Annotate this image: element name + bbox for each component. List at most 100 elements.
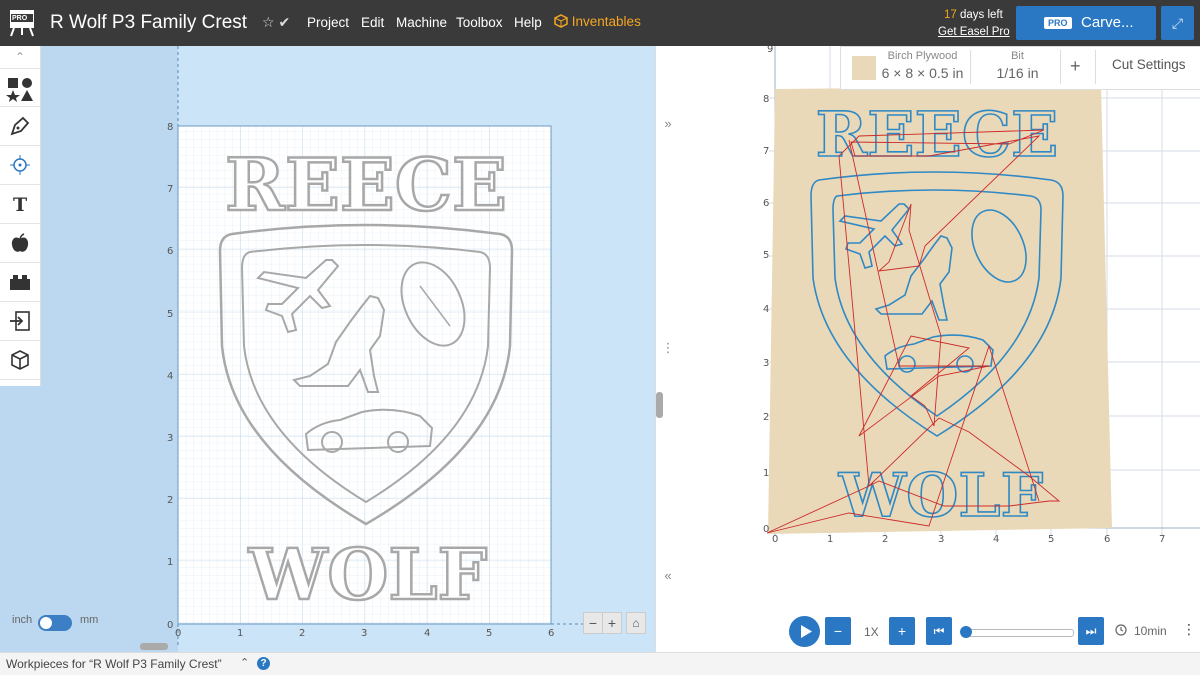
clock-icon [1115,624,1127,636]
svg-text:4: 4 [424,628,430,639]
svg-text:4: 4 [993,534,999,545]
preview-x-axis: 0 1 2 3 4 5 6 7 [772,534,1165,545]
icon-library-tool[interactable] [0,224,40,263]
svg-text:8: 8 [763,94,769,105]
star-icon[interactable]: ☆ [262,14,275,30]
zoom-home-button[interactable]: ⌂ [626,612,646,634]
svg-text:6: 6 [763,198,769,209]
carve-button[interactable]: PRO Carve... [1016,6,1156,40]
speed-up-button[interactable]: + [889,617,915,645]
rewind-button[interactable]: ⏮ [926,617,952,645]
top-bar: PRO R Wolf P3 Family Crest ☆ ✔ Project E… [0,0,1200,46]
svg-text:7: 7 [167,184,173,195]
forward-button[interactable]: ⏭ [1078,617,1104,645]
inventables-link[interactable]: Inventables [554,14,641,29]
zoom-in-button[interactable]: + [602,612,622,634]
pen-icon [10,116,30,136]
svg-text:2: 2 [299,628,305,639]
project-title[interactable]: R Wolf P3 Family Crest [50,12,247,34]
collapse-left-icon[interactable]: « [656,568,680,583]
svg-text:2: 2 [763,412,769,423]
svg-text:8: 8 [167,122,173,133]
menu-machine[interactable]: Machine [396,15,447,30]
saved-check-icon: ✔ [278,14,291,30]
menu-project[interactable]: Project [307,15,349,30]
cut-settings-button[interactable]: Cut Settings [1112,57,1186,72]
collapse-right-icon[interactable]: » [656,116,680,131]
svg-text:1: 1 [763,468,769,479]
shapes-tool[interactable] [0,68,40,107]
unit-toggle[interactable] [38,615,72,631]
svg-text:3: 3 [763,358,769,369]
slow-down-button[interactable]: − [825,617,851,645]
material-swatch[interactable] [852,56,876,80]
progress-knob[interactable] [960,626,972,638]
x-axis-ticks: 0 1 2 3 4 5 6 [175,628,554,639]
play-button[interactable] [789,616,820,647]
progress-slider[interactable] [960,626,1074,638]
carve-preview[interactable]: REECE WOLF 0 1 2 3 4 5 6 7 0 1 2 3 4 5 6… [679,46,1200,652]
svg-text:5: 5 [763,250,769,261]
target-tool[interactable] [0,146,40,185]
workpieces-label[interactable]: Workpieces for “R Wolf P3 Family Crest” [6,657,222,671]
lego-icon [10,275,30,290]
svg-text:3: 3 [167,433,173,444]
unit-mm-label: mm [80,614,99,626]
design-text-reece[interactable]: REECE [224,141,508,229]
easel-logo-icon[interactable] [9,9,35,37]
add-bit-button[interactable]: + [1070,56,1081,77]
unit-inch-label: inch [12,614,33,626]
apps-tool[interactable] [0,263,40,302]
panel-divider[interactable]: » ⋮ « [655,46,681,652]
collapse-toolbar-button[interactable]: ⌃ [0,46,40,69]
workpieces-bar[interactable]: Workpieces for “R Wolf P3 Family Crest” … [0,652,1200,675]
svg-text:5: 5 [486,628,492,639]
carve-label: Carve... [1081,14,1134,31]
fullscreen-button[interactable]: ⤢ [1161,6,1194,40]
svg-text:T: T [13,194,27,215]
3d-tool[interactable] [0,341,40,380]
menu-help[interactable]: Help [514,15,542,30]
inventables-label: Inventables [571,14,641,29]
svg-text:0: 0 [772,534,778,545]
play-icon [801,625,812,638]
toolpath-text-reece: REECE [816,98,1059,171]
text-tool[interactable]: T [0,185,40,224]
svg-text:1: 1 [237,628,243,639]
resize-grip-icon[interactable]: ⋮ [656,340,680,356]
apple-icon [11,233,29,252]
svg-text:0: 0 [167,620,173,631]
more-options-icon[interactable]: ⋮ [1182,621,1196,638]
svg-text:3: 3 [938,534,944,545]
material-size[interactable]: 6 × 8 × 0.5 in [880,65,965,81]
svg-text:6: 6 [1104,534,1110,545]
help-icon[interactable]: ? [257,657,270,670]
horizontal-scrollbar[interactable] [140,643,168,650]
cube-icon [11,350,29,370]
svg-text:6: 6 [167,246,173,257]
vertical-scrollbar[interactable] [656,392,663,418]
design-text-wolf[interactable]: WOLF [246,532,488,618]
svg-text:5: 5 [1048,534,1054,545]
import-tool[interactable] [0,302,40,341]
import-icon [10,311,30,331]
svg-text:7: 7 [763,146,769,157]
get-easel-pro-link[interactable]: Get Easel Pro [938,26,1010,38]
svg-text:1: 1 [167,557,173,568]
bit-size[interactable]: 1/16 in [990,65,1045,81]
logo-badge: PRO [12,15,28,22]
chevron-up-icon[interactable]: ⌃ [240,656,249,669]
zoom-out-button[interactable]: − [583,612,603,634]
svg-text:2: 2 [167,495,173,506]
menu-edit[interactable]: Edit [361,15,384,30]
shapes-icon [6,78,33,102]
pen-tool[interactable] [0,107,40,146]
design-canvas[interactable]: 0 1 2 3 4 5 6 7 8 0 1 2 3 4 5 6 REECE WO… [0,46,655,652]
menu-toolbox[interactable]: Toolbox [456,15,503,30]
svg-text:2: 2 [882,534,888,545]
svg-text:0: 0 [175,628,181,639]
pro-badge: PRO [1044,17,1072,29]
material-name[interactable]: Birch Plywood [880,50,965,62]
estimated-time: 10min [1134,624,1167,638]
svg-text:4: 4 [167,371,173,382]
